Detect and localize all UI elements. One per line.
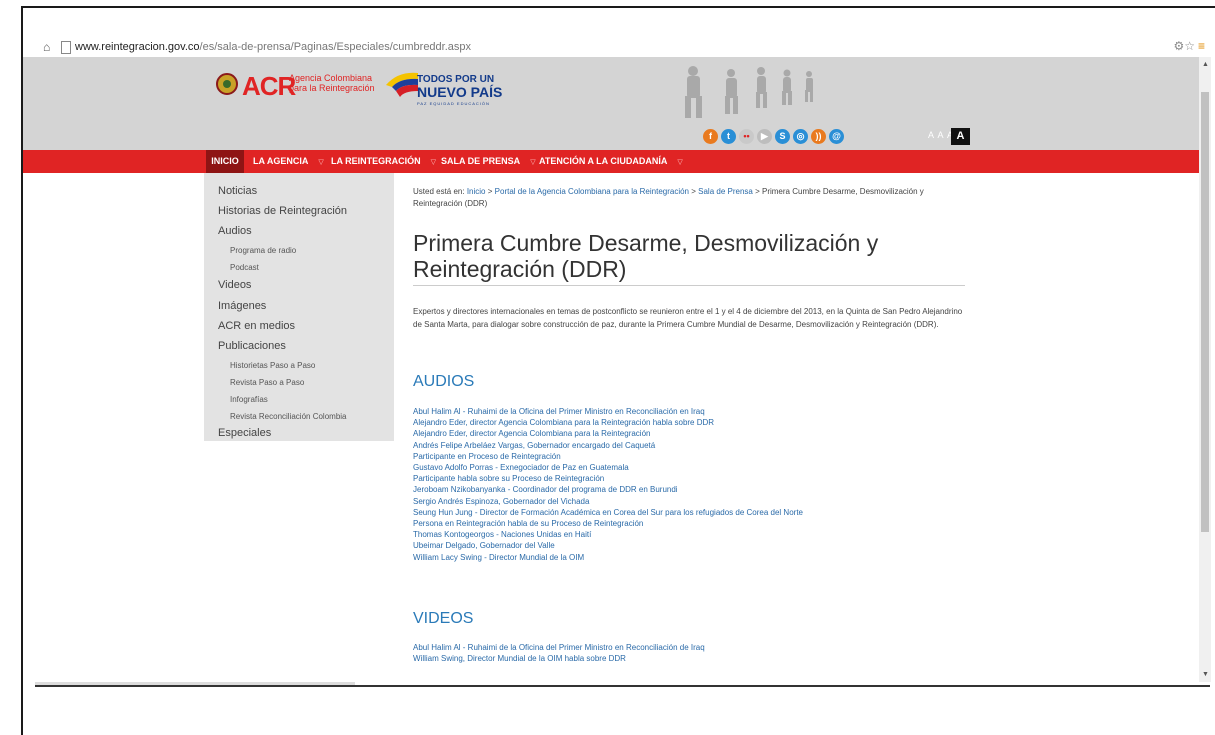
home-icon[interactable]: ⌂ bbox=[43, 40, 50, 54]
menu-icon[interactable]: ≡ bbox=[1198, 39, 1205, 53]
videos-heading: VIDEOS bbox=[413, 610, 474, 627]
colombia-seal-icon bbox=[216, 73, 238, 95]
chevron-down-icon: ▽ bbox=[530, 159, 536, 166]
sidebar-item-acr-medios[interactable]: ACR en medios bbox=[218, 320, 295, 332]
gov-logo-line3: PAZ EQUIDAD EDUCACIÓN bbox=[417, 101, 490, 106]
page-viewport: ACR Agencia Colombiana para la Reintegrac… bbox=[23, 57, 1199, 682]
page-icon bbox=[61, 41, 71, 54]
acr-logo-subtitle: Agencia Colombiana para la Reintegración bbox=[289, 73, 375, 93]
breadcrumb-link-sala-prensa[interactable]: Sala de Prensa bbox=[698, 187, 753, 196]
sidebar-item-audios[interactable]: Audios bbox=[218, 225, 252, 237]
chevron-down-icon: ▽ bbox=[677, 159, 683, 166]
nav-item-atencion-ciudadania[interactable]: ATENCIÓN A LA CIUDADANÍA ▽ bbox=[539, 150, 683, 173]
colombia-flag-icon bbox=[386, 72, 418, 97]
audio-link[interactable]: Persona en Reintegración habla de su Pro… bbox=[413, 518, 1013, 529]
chevron-down-icon: ▽ bbox=[430, 159, 437, 166]
audio-link[interactable]: Abul Halim Al - Ruhaimi de la Oficina de… bbox=[413, 406, 1013, 417]
audio-link[interactable]: Thomas Kontogeorgos - Naciones Unidas en… bbox=[413, 529, 1013, 540]
title-divider bbox=[413, 285, 965, 286]
audio-link[interactable]: Sergio Andrés Espinoza, Gobernador del V… bbox=[413, 496, 1013, 507]
breadcrumb-prefix: Usted está en: bbox=[413, 187, 465, 196]
browser-toolbar-icons: ⚙☆ ≡ bbox=[1173, 39, 1205, 53]
audio-link[interactable]: Andrés Felipe Arbeláez Vargas, Gobernado… bbox=[413, 440, 1013, 451]
url-text[interactable]: www.reintegracion.gov.co/es/sala-de-pren… bbox=[75, 41, 471, 53]
sidebar-item-especiales[interactable]: Especiales bbox=[218, 427, 271, 439]
scrollbar[interactable]: ▲ ▼ bbox=[1199, 57, 1211, 682]
sidebar-item-revista-paso[interactable]: Revista Paso a Paso bbox=[230, 378, 304, 387]
acr-logo[interactable]: ACR bbox=[242, 71, 296, 102]
scrollbar-thumb[interactable] bbox=[1201, 92, 1209, 532]
video-link[interactable]: Abul Halim Al - Ruhaimi de la Oficina de… bbox=[413, 642, 1013, 653]
issuu-icon[interactable]: S bbox=[775, 129, 790, 144]
nav-item-inicio[interactable]: INICIO bbox=[206, 150, 244, 173]
contrast-button[interactable]: A bbox=[951, 128, 970, 145]
chevron-down-icon: ▽ bbox=[318, 159, 324, 166]
breadcrumb-link-portal[interactable]: Portal de la Agencia Colombiana para la … bbox=[495, 187, 689, 196]
sidebar-item-historietas[interactable]: Historietas Paso a Paso bbox=[230, 361, 315, 370]
sidebar-item-programa-radio[interactable]: Programa de radio bbox=[230, 246, 296, 255]
breadcrumb: Usted está en: Inicio > Portal de la Age… bbox=[413, 187, 924, 208]
audio-link[interactable]: Gustavo Adolfo Porras - Exnegociador de … bbox=[413, 462, 1013, 473]
sidebar-item-infografias[interactable]: Infografías bbox=[230, 395, 268, 404]
sidebar-item-historias[interactable]: Historias de Reintegración bbox=[218, 205, 347, 217]
nav-item-sala-de-prensa[interactable]: SALA DE PRENSA ▽ bbox=[441, 150, 536, 173]
rss-icon[interactable]: )) bbox=[811, 129, 826, 144]
sidebar-item-noticias[interactable]: Noticias bbox=[218, 185, 257, 197]
audio-link[interactable]: Participante habla sobre su Proceso de R… bbox=[413, 473, 1013, 484]
email-icon[interactable]: @ bbox=[829, 129, 844, 144]
sidebar-item-publicaciones[interactable]: Publicaciones bbox=[218, 340, 286, 352]
browser-address-bar[interactable]: ⌂ www.reintegracion.gov.co/es/sala-de-pr… bbox=[23, 39, 1211, 56]
sidebar-menu: Noticias Historias de Reintegración Audi… bbox=[204, 173, 394, 441]
nav-item-la-agencia[interactable]: LA AGENCIA ▽ bbox=[253, 150, 324, 173]
sidebar-item-podcast[interactable]: Podcast bbox=[230, 263, 259, 272]
audio-link[interactable]: Ubeimar Delgado, Gobernador del Valle bbox=[413, 540, 1013, 551]
social-icons: f t •• ▶ S ◎ )) @ bbox=[703, 129, 844, 144]
audio-link[interactable]: Jeroboam Nzikobanyanka - Coordinador del… bbox=[413, 484, 1013, 495]
gov-logo-line2: NUEVO PAÍS bbox=[417, 84, 503, 100]
facebook-icon[interactable]: f bbox=[703, 129, 718, 144]
main-nav: INICIO LA AGENCIA ▽ LA REINTEGRACIÓN ▽ SAL… bbox=[23, 150, 1199, 173]
breadcrumb-link-inicio[interactable]: Inicio bbox=[467, 187, 486, 196]
audio-link[interactable]: William Lacy Swing - Director Mundial de… bbox=[413, 552, 1013, 563]
sidebar-item-imagenes[interactable]: Imágenes bbox=[218, 300, 266, 312]
translate-icon[interactable]: ⚙ bbox=[1173, 39, 1184, 53]
youtube-icon[interactable]: ▶ bbox=[757, 129, 772, 144]
audio-link[interactable]: Alejandro Eder, director Agencia Colombi… bbox=[413, 417, 1013, 428]
scroll-up-icon[interactable]: ▲ bbox=[1202, 61, 1209, 68]
bottom-divider bbox=[35, 685, 1210, 687]
twitter-icon[interactable]: t bbox=[721, 129, 736, 144]
sidebar-item-videos[interactable]: Videos bbox=[218, 279, 251, 291]
site-header: ACR Agencia Colombiana para la Reintegrac… bbox=[23, 57, 1199, 150]
page-title: Primera Cumbre Desarme, Desmovilización … bbox=[413, 230, 879, 282]
bookmark-star-icon[interactable]: ☆ bbox=[1184, 39, 1195, 53]
flickr-icon[interactable]: •• bbox=[739, 129, 754, 144]
instagram-icon[interactable]: ◎ bbox=[793, 129, 808, 144]
audios-list: Abul Halim Al - Ruhaimi de la Oficina de… bbox=[413, 406, 1013, 563]
intro-paragraph: Expertos y directores internacionales en… bbox=[413, 307, 963, 329]
video-link[interactable]: William Swing, Director Mundial de la OI… bbox=[413, 653, 1013, 664]
audio-link[interactable]: Seung Hun Jung - Director de Formación A… bbox=[413, 507, 1013, 518]
audios-heading: AUDIOS bbox=[413, 373, 475, 390]
videos-list: Abul Halim Al - Ruhaimi de la Oficina de… bbox=[413, 642, 1013, 664]
nav-item-la-reintegracion[interactable]: LA REINTEGRACIÓN ▽ bbox=[331, 150, 436, 173]
audio-link[interactable]: Participante en Proceso de Reintegración bbox=[413, 451, 1013, 462]
audio-link[interactable]: Alejandro Eder, director Agencia Colombi… bbox=[413, 428, 1013, 439]
sidebar-item-revista-reconciliacion[interactable]: Revista Reconciliación Colombia bbox=[230, 412, 347, 421]
people-silhouettes-icon bbox=[685, 66, 813, 118]
scroll-down-icon[interactable]: ▼ bbox=[1202, 671, 1209, 678]
